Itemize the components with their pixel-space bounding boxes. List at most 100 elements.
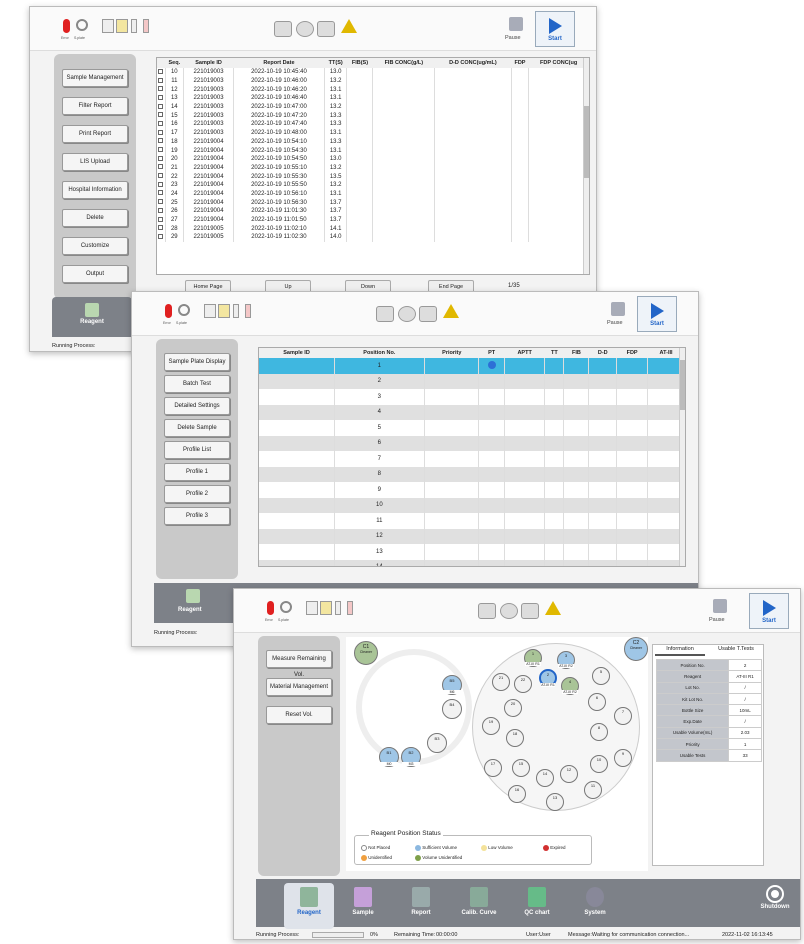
table-cell[interactable] [424, 528, 480, 544]
column-header[interactable]: PT [478, 348, 505, 358]
pt-selected-marker[interactable] [487, 360, 496, 369]
table-row[interactable]: 1 [259, 358, 685, 374]
table-row[interactable]: 26 221019004 2022-10-19 11:01:30 13.7 [157, 207, 589, 216]
waste-bin-icon[interactable] [320, 601, 332, 615]
table-cell[interactable] [478, 559, 505, 566]
table-cell[interactable] [616, 420, 649, 436]
table-cell[interactable] [588, 497, 618, 513]
row-checkbox[interactable] [157, 189, 166, 199]
row-checkbox[interactable] [157, 102, 166, 112]
table-cell[interactable] [588, 466, 618, 482]
reagent-position-6[interactable]: 6 [588, 693, 606, 711]
table-row[interactable]: 13 [259, 544, 685, 560]
table-cell[interactable] [544, 451, 565, 467]
table-cell[interactable] [259, 451, 335, 467]
row-checkbox[interactable] [157, 76, 166, 86]
checkbox[interactable] [158, 190, 164, 196]
printer-icon[interactable] [317, 21, 335, 37]
table-cell[interactable] [478, 544, 505, 560]
lis-upload-button[interactable]: LIS Upload [62, 153, 128, 171]
table-cell[interactable] [563, 559, 590, 566]
table-cell[interactable] [616, 497, 649, 513]
error-icon[interactable] [63, 19, 70, 33]
row-checkbox[interactable] [157, 224, 166, 234]
reagent-position-c2[interactable]: C2 Cleaner [624, 637, 648, 661]
table-cell[interactable] [616, 544, 649, 560]
table-cell[interactable] [588, 358, 618, 374]
filter-report-button[interactable]: Filter Report [62, 97, 128, 115]
reagent-position-7[interactable]: 7 [614, 707, 632, 725]
table-cell[interactable]: 13 [334, 544, 426, 560]
nav-shutdown[interactable]: Shutdown [750, 883, 800, 929]
hospital-information-button[interactable]: Hospital Information [62, 181, 128, 199]
table-cell[interactable] [504, 404, 546, 420]
table-row[interactable]: 23 221019004 2022-10-19 10:55:50 13.2 [157, 180, 589, 190]
row-checkbox[interactable] [157, 207, 166, 216]
table-cell[interactable] [563, 420, 590, 436]
table-row[interactable]: 13 221019003 2022-10-19 10:46:40 13.1 [157, 94, 589, 103]
table-row[interactable]: 2 [259, 373, 685, 389]
warning-icon[interactable] [443, 304, 459, 318]
sample-plate-icon[interactable] [76, 19, 88, 31]
temp-icon[interactable] [245, 304, 251, 318]
start-button[interactable]: Start [535, 11, 575, 47]
reagent-position-b1[interactable]: B1 M0 [379, 747, 399, 767]
row-checkbox[interactable] [157, 198, 166, 207]
table-cell[interactable] [588, 389, 618, 405]
table-cell[interactable] [544, 466, 565, 482]
table-cell[interactable] [616, 559, 649, 566]
row-checkbox[interactable] [157, 146, 166, 155]
table-row[interactable]: 5 [259, 420, 685, 436]
hc-icon[interactable] [274, 21, 292, 37]
reagent-position-11[interactable]: 11 [584, 781, 602, 799]
reagent-position-8[interactable]: 8 [590, 723, 608, 741]
sample-plate-icon[interactable] [280, 601, 292, 613]
table-cell[interactable] [478, 435, 505, 451]
table-cell[interactable] [424, 466, 480, 482]
printer-icon[interactable] [419, 306, 437, 322]
row-checkbox[interactable] [157, 137, 166, 147]
table-cell[interactable] [478, 358, 505, 374]
checkbox[interactable] [158, 86, 164, 92]
lis-icon[interactable] [296, 21, 314, 37]
table-cell[interactable] [504, 528, 546, 544]
column-header[interactable]: Report Date [233, 58, 325, 68]
pause-icon[interactable] [509, 17, 523, 31]
reagent-position-3[interactable]: 3 AT-III R2 [557, 651, 575, 669]
column-header[interactable]: Sample ID [259, 348, 335, 358]
table-cell[interactable] [259, 389, 335, 405]
column-header[interactable]: D-D CONC(ug/mL) [434, 58, 512, 68]
nav-system[interactable]: System [570, 883, 620, 929]
table-cell[interactable] [544, 420, 565, 436]
profile-list-button[interactable]: Profile List [164, 441, 230, 459]
table-cell[interactable]: 14 [334, 559, 426, 566]
table-cell[interactable] [616, 373, 649, 389]
reset-vol-button[interactable]: Reset Vol. [266, 706, 332, 724]
reagent-position-2[interactable]: 2 AT-III R1 [539, 669, 557, 687]
reagent-position-b5[interactable]: B5 M6 [442, 675, 462, 695]
checkbox[interactable] [158, 155, 164, 161]
table-cell[interactable] [478, 482, 505, 498]
error-icon[interactable] [165, 304, 172, 318]
table-cell[interactable] [616, 513, 649, 529]
table-cell[interactable] [616, 528, 649, 544]
table-cell[interactable]: 1 [334, 358, 426, 374]
reagent-position-b2[interactable]: B2 M3 [401, 747, 421, 767]
table-cell[interactable] [504, 513, 546, 529]
hc-icon[interactable] [376, 306, 394, 322]
column-header[interactable]: FIB(S) [346, 58, 373, 68]
table-row[interactable]: 10 [259, 497, 685, 513]
table-cell[interactable] [544, 497, 565, 513]
table-cell[interactable] [259, 513, 335, 529]
sample-plate-icon[interactable] [178, 304, 190, 316]
table-row[interactable]: 17 221019003 2022-10-19 10:48:00 13.1 [157, 128, 589, 138]
sample-plate-display-button[interactable]: Sample Plate Display [164, 353, 230, 371]
table-row[interactable]: 18 221019004 2022-10-19 10:54:10 13.3 [157, 137, 589, 147]
reagent-position-22[interactable]: 22 [514, 675, 532, 693]
table-cell[interactable] [504, 420, 546, 436]
cuvette-icon[interactable] [335, 601, 341, 615]
lis-icon[interactable] [398, 306, 416, 322]
nav-qc-chart[interactable]: QC chart [512, 883, 562, 929]
table-cell[interactable]: 5 [334, 420, 426, 436]
table-cell[interactable] [544, 373, 565, 389]
